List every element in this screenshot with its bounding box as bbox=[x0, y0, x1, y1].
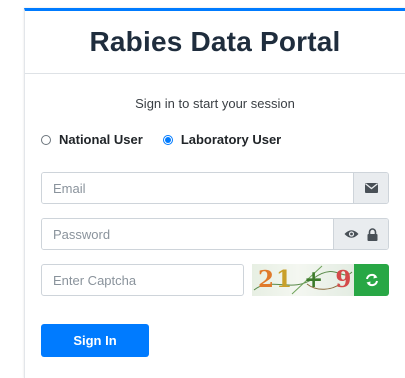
national-user-label[interactable]: National User bbox=[59, 132, 143, 147]
login-card: Rabies Data Portal Sign in to start your… bbox=[24, 8, 405, 378]
captcha-image: 21 + 9 bbox=[252, 264, 354, 296]
captcha-glyph: 2 bbox=[258, 266, 277, 293]
email-addon bbox=[353, 173, 388, 203]
captcha-glyph: 9 bbox=[335, 266, 354, 293]
sign-in-button[interactable]: Sign In bbox=[41, 324, 149, 357]
password-field-group bbox=[41, 218, 389, 250]
user-type-radios: National User Laboratory User bbox=[41, 132, 301, 147]
laboratory-user-label[interactable]: Laboratory User bbox=[181, 132, 281, 147]
captcha-input[interactable] bbox=[41, 264, 244, 296]
refresh-captcha-button[interactable] bbox=[354, 264, 389, 296]
lock-icon bbox=[367, 227, 378, 241]
envelope-icon bbox=[364, 183, 378, 193]
national-user-radio[interactable] bbox=[41, 134, 51, 145]
login-message: Sign in to start your session bbox=[135, 96, 295, 111]
laboratory-user-radio[interactable] bbox=[162, 134, 173, 145]
email-input[interactable] bbox=[42, 173, 353, 203]
card-header: Rabies Data Portal bbox=[25, 11, 405, 74]
page-title: Rabies Data Portal bbox=[89, 26, 341, 57]
refresh-icon bbox=[365, 273, 379, 287]
password-addon bbox=[333, 219, 388, 249]
captcha-characters: 21 + 9 bbox=[258, 266, 353, 293]
password-input[interactable] bbox=[42, 219, 333, 249]
email-field-group bbox=[41, 172, 389, 204]
captcha-glyph: 1 bbox=[276, 266, 295, 293]
captcha-glyph: + bbox=[304, 266, 326, 293]
eye-icon[interactable] bbox=[344, 229, 359, 239]
